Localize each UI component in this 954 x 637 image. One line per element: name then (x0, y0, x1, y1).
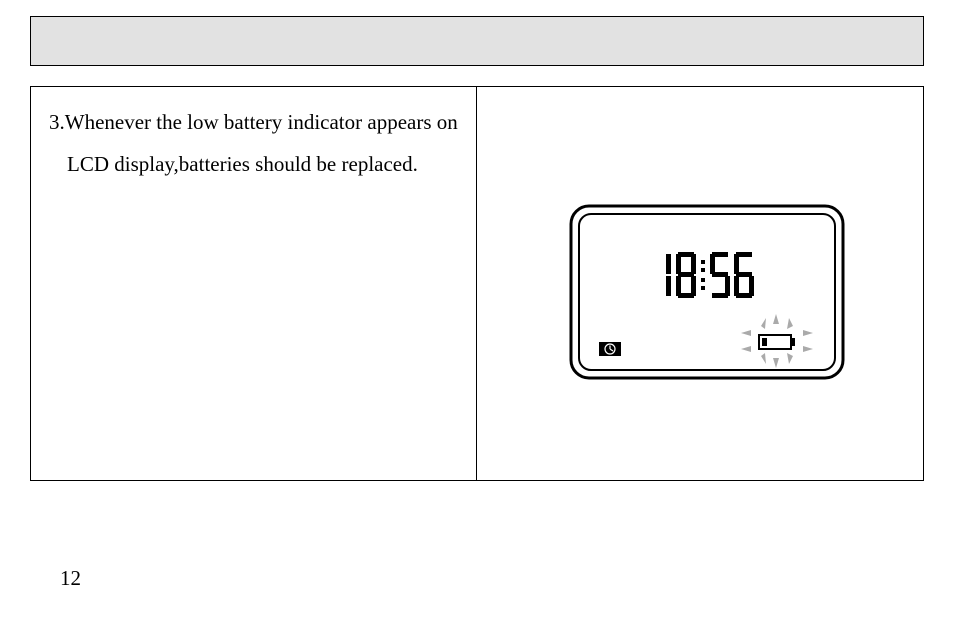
clock-icon (599, 342, 621, 356)
lcd-display-svg (567, 202, 847, 382)
instruction-cell: 3.Whenever the low battery indicator app… (31, 87, 477, 480)
instruction-line1: Whenever the low battery indicator appea… (65, 110, 458, 134)
instruction-text: 3.Whenever the low battery indicator app… (49, 101, 458, 185)
lcd-display-container (567, 202, 847, 382)
instruction-line2: LCD display,batteries should be replaced… (49, 143, 458, 185)
page-number: 12 (60, 566, 81, 591)
header-bar (30, 16, 924, 66)
content-table: 3.Whenever the low battery indicator app… (30, 86, 924, 481)
lcd-illustration-cell (477, 87, 923, 480)
step-number: 3. (49, 110, 65, 134)
battery-low-icon (741, 314, 813, 368)
time-digits (666, 252, 754, 298)
